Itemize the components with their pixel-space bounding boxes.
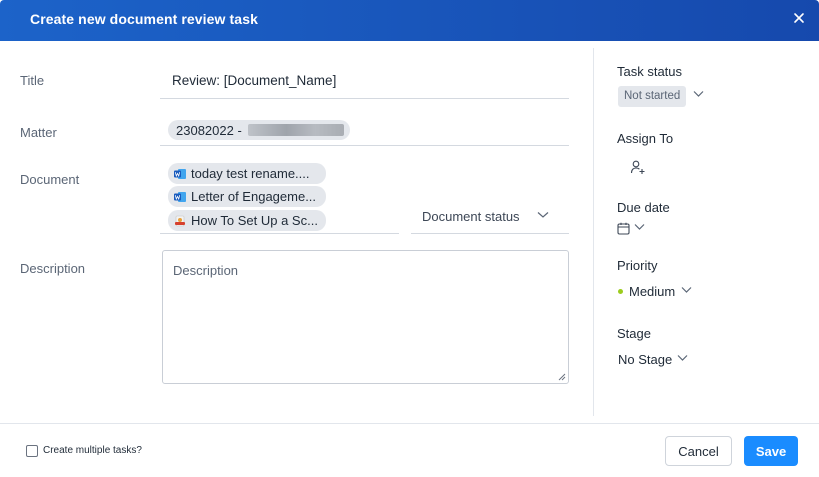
column-divider bbox=[593, 48, 594, 416]
assign-to-label: Assign To bbox=[617, 131, 674, 146]
create-multiple-label[interactable]: Create multiple tasks? bbox=[43, 445, 142, 456]
matter-chip-label: 23082022 - bbox=[176, 122, 242, 138]
document-chip-label: today test rename.... bbox=[191, 166, 310, 181]
redacted-matter-name bbox=[247, 124, 344, 136]
resize-handle-icon[interactable] bbox=[558, 373, 566, 381]
task-status-label: Task status bbox=[617, 64, 683, 79]
document-status-placeholder: Document status bbox=[422, 209, 520, 224]
dialog-title: Create new document review task bbox=[30, 11, 258, 27]
document-field[interactable]: today test rename.... Letter of Engageme… bbox=[160, 160, 399, 234]
priority-dot bbox=[618, 289, 623, 294]
document-chip-label: Letter of Engageme... bbox=[191, 189, 317, 204]
cancel-button[interactable]: Cancel bbox=[665, 436, 732, 466]
create-task-dialog: Create new document review task Title Re… bbox=[0, 0, 819, 477]
matter-label: Matter bbox=[20, 125, 57, 140]
close-icon[interactable] bbox=[791, 10, 807, 26]
create-multiple-checkbox[interactable] bbox=[26, 445, 38, 457]
priority-label: Priority bbox=[617, 258, 658, 273]
footer-divider bbox=[0, 423, 819, 424]
dialog-header: Create new document review task bbox=[0, 0, 819, 41]
pdf-icon bbox=[175, 215, 185, 226]
matter-chip[interactable]: 23082022 - bbox=[168, 120, 350, 140]
document-chip[interactable]: today test rename.... bbox=[168, 163, 326, 184]
word-icon bbox=[174, 168, 186, 179]
stage-label: Stage bbox=[617, 326, 651, 341]
title-input[interactable]: Review: [Document_Name] bbox=[160, 61, 569, 99]
document-label: Document bbox=[20, 172, 80, 187]
task-status-badge[interactable]: Not started bbox=[618, 86, 687, 107]
save-button[interactable]: Save bbox=[744, 436, 798, 466]
document-chip[interactable]: How To Set Up a Sc... bbox=[168, 210, 326, 231]
add-user-icon[interactable] bbox=[630, 159, 646, 175]
matter-field[interactable]: 23082022 - bbox=[160, 112, 569, 146]
due-date-label: Due date bbox=[617, 200, 670, 215]
chevron-down-icon[interactable] bbox=[681, 286, 692, 294]
title-value: Review: [Document_Name] bbox=[172, 73, 337, 88]
document-chip[interactable]: Letter of Engageme... bbox=[168, 186, 326, 207]
document-status-select[interactable]: Document status bbox=[411, 200, 569, 234]
description-textarea[interactable]: Description bbox=[162, 250, 569, 384]
description-label: Description bbox=[20, 261, 86, 276]
calendar-icon[interactable] bbox=[617, 222, 630, 235]
description-placeholder: Description bbox=[173, 263, 239, 278]
stage-value[interactable]: No Stage bbox=[618, 352, 672, 367]
chevron-down-icon bbox=[537, 212, 549, 218]
chevron-down-icon[interactable] bbox=[677, 354, 688, 362]
chevron-down-icon[interactable] bbox=[693, 90, 704, 98]
document-chip-label: How To Set Up a Sc... bbox=[191, 213, 318, 228]
word-icon bbox=[174, 191, 186, 202]
chevron-down-icon[interactable] bbox=[634, 223, 645, 231]
title-label: Title bbox=[20, 73, 45, 88]
priority-value[interactable]: Medium bbox=[629, 284, 675, 299]
